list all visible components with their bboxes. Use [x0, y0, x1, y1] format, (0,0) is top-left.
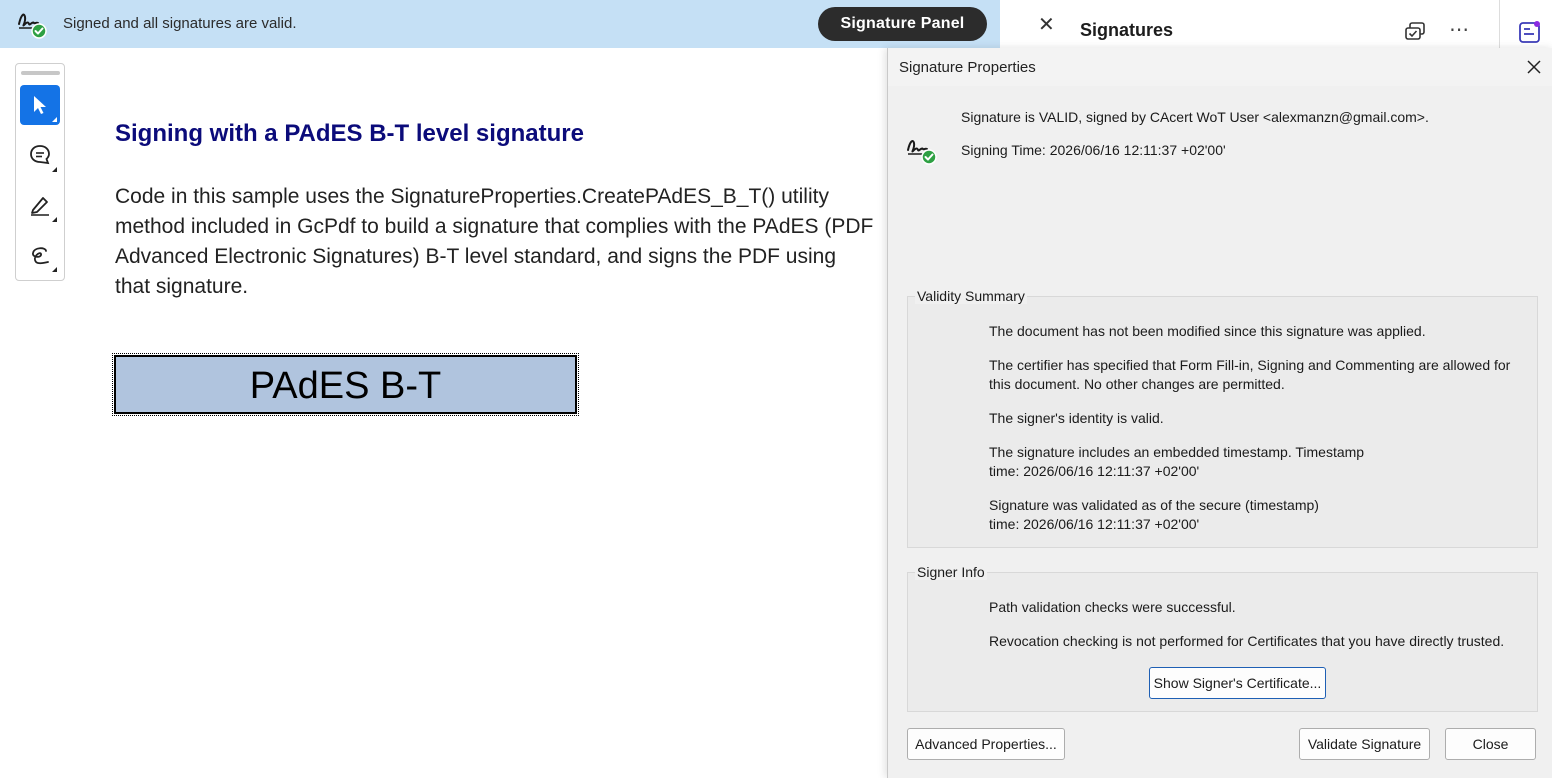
signatures-panel-header: ✕ Signatures ⋯: [1000, 0, 1552, 48]
tool-rail: [15, 63, 65, 281]
signature-properties-dialog: Signature Properties Signature is VALID,…: [887, 48, 1552, 778]
validity-item: The document has not been modified since…: [989, 323, 1426, 339]
freehand-icon: [32, 247, 49, 265]
tool-rail-grip[interactable]: [21, 71, 60, 75]
signature-panel-button[interactable]: Signature Panel: [818, 7, 987, 41]
dialog-titlebar: Signature Properties: [888, 48, 1552, 86]
document-heading: Signing with a PAdES B-T level signature: [115, 120, 584, 147]
highlight-tool[interactable]: [20, 185, 60, 225]
dialog-title: Signature Properties: [899, 59, 1036, 76]
signer-info-label: Signer Info: [915, 564, 987, 580]
header-divider: [1499, 0, 1500, 48]
close-button[interactable]: Close: [1445, 728, 1536, 760]
tool-menu-indicator: [52, 217, 57, 222]
close-icon[interactable]: [1524, 57, 1544, 77]
cursor-icon: [34, 96, 46, 114]
select-tool[interactable]: [20, 85, 60, 125]
signer-info-group: Signer Info Path validation checks were …: [907, 564, 1538, 712]
comment-tool[interactable]: [20, 135, 60, 175]
more-options-icon[interactable]: ⋯: [1449, 17, 1470, 42]
validity-summary-group: Validity Summary The document has not be…: [907, 288, 1538, 548]
signature-valid-icon: [16, 7, 48, 39]
comment-icon: [30, 145, 50, 165]
copy-icon[interactable]: [1403, 20, 1427, 44]
signature-status-line: Signature is VALID, signed by CAcert WoT…: [961, 109, 1429, 125]
show-signer-certificate-button[interactable]: Show Signer's Certificate...: [1149, 667, 1326, 699]
tool-menu-indicator: [52, 267, 57, 272]
tool-menu-indicator: [52, 117, 57, 122]
document-body-text: Code in this sample uses the SignaturePr…: [115, 185, 874, 298]
validity-item: The certifier has specified that Form Fi…: [989, 357, 1511, 392]
signature-status-banner: Signed and all signatures are valid. Sig…: [0, 0, 1000, 48]
signatures-panel-title: Signatures: [1080, 20, 1174, 40]
form-tools-icon[interactable]: [1518, 20, 1542, 44]
draw-tool[interactable]: [20, 235, 60, 275]
validity-item: The signature includes an embedded times…: [989, 444, 1365, 479]
signer-info-item: Revocation checking is not performed for…: [989, 633, 1505, 649]
pen-icon: [31, 197, 49, 216]
validity-item: The signer's identity is valid.: [989, 410, 1164, 426]
signature-field[interactable]: PAdES B-T: [112, 353, 579, 416]
validity-item: Signature was validated as of the secure…: [989, 497, 1319, 532]
validate-signature-button[interactable]: Validate Signature: [1299, 728, 1430, 760]
advanced-properties-button[interactable]: Advanced Properties...: [907, 728, 1065, 760]
signer-info-item: Path validation checks were successful.: [989, 599, 1236, 615]
signing-time: Signing Time: 2026/06/16 12:11:37 +02'00…: [961, 142, 1226, 158]
validity-summary-label: Validity Summary: [915, 288, 1027, 304]
close-panel-icon[interactable]: ✕: [1038, 12, 1055, 37]
tool-menu-indicator: [52, 167, 57, 172]
signature-valid-icon: [906, 135, 940, 165]
signature-status-text: Signed and all signatures are valid.: [63, 15, 297, 32]
